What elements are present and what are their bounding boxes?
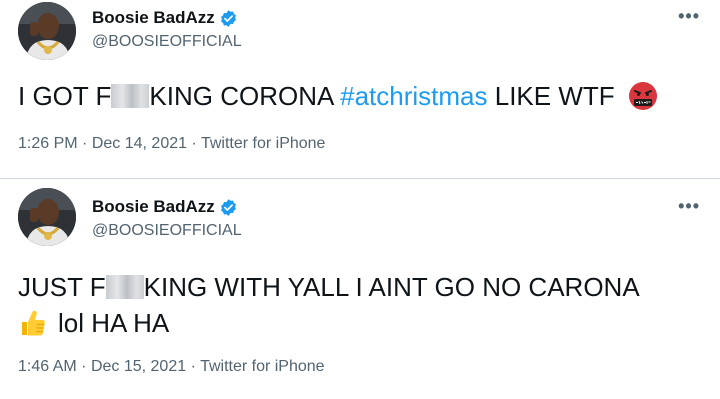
verified-badge-icon — [220, 198, 236, 216]
censor-blur — [105, 275, 144, 299]
tweet-card[interactable]: Boosie BadAzz @BOOSIEOFFICIAL ••• JUST F… — [0, 180, 720, 399]
hashtag-link[interactable]: #atchristmas — [340, 81, 487, 111]
tweet-text-part: KING WITH YALL I AINT GO NO CARONA — [143, 272, 640, 302]
meta-separator: · — [82, 135, 88, 152]
tweet-text-line: lol HA HA — [18, 305, 640, 341]
tweet-text-part: I GOT F — [18, 81, 112, 111]
meta-separator: · — [190, 358, 196, 375]
avatar[interactable] — [18, 188, 76, 246]
more-options-icon[interactable]: ••• — [678, 6, 700, 27]
tweet-text: JUST F KING WITH YALL I AINT GO NO CARONA… — [18, 269, 640, 341]
tweet-time[interactable]: 1:26 PM — [18, 135, 78, 152]
censor-blur — [111, 84, 150, 108]
tweet-text-part: KING CORONA — [149, 81, 341, 111]
tweet-text-part: JUST F — [18, 272, 106, 302]
angry-face-symbols-icon — [628, 82, 657, 110]
meta-separator: · — [191, 135, 197, 152]
tweet-source[interactable]: Twitter for iPhone — [200, 358, 325, 375]
tweet-time[interactable]: 1:46 AM — [18, 358, 77, 375]
handle[interactable]: @BOOSIEOFFICIAL — [92, 222, 242, 240]
verified-badge-icon — [220, 9, 236, 27]
tweet-meta: 1:26 PM · Dec 14, 2021 · Twitter for iPh… — [18, 135, 325, 153]
display-name[interactable]: Boosie BadAzz — [92, 197, 215, 217]
meta-separator: · — [81, 358, 87, 375]
tweet-date[interactable]: Dec 15, 2021 — [91, 358, 186, 375]
tweet-source[interactable]: Twitter for iPhone — [201, 135, 326, 152]
display-name[interactable]: Boosie BadAzz — [92, 8, 215, 28]
more-options-icon[interactable]: ••• — [678, 196, 700, 217]
avatar[interactable] — [18, 2, 76, 60]
tweet-text-part: lol HA HA — [58, 308, 170, 338]
tweet-meta: 1:46 AM · Dec 15, 2021 · Twitter for iPh… — [18, 358, 325, 376]
handle[interactable]: @BOOSIEOFFICIAL — [92, 33, 242, 51]
divider — [0, 178, 720, 179]
thumbs-up-icon — [22, 310, 45, 336]
tweet-text-line: JUST F KING WITH YALL I AINT GO NO CARONA — [18, 269, 640, 305]
tweet-text: I GOT F KING CORONA #atchristmas LIKE WTF — [18, 78, 658, 114]
tweet-text-part: LIKE WTF — [487, 81, 615, 111]
tweet-date[interactable]: Dec 14, 2021 — [92, 135, 187, 152]
tweet-card[interactable]: Boosie BadAzz @BOOSIEOFFICIAL ••• I GOT … — [0, 0, 720, 180]
